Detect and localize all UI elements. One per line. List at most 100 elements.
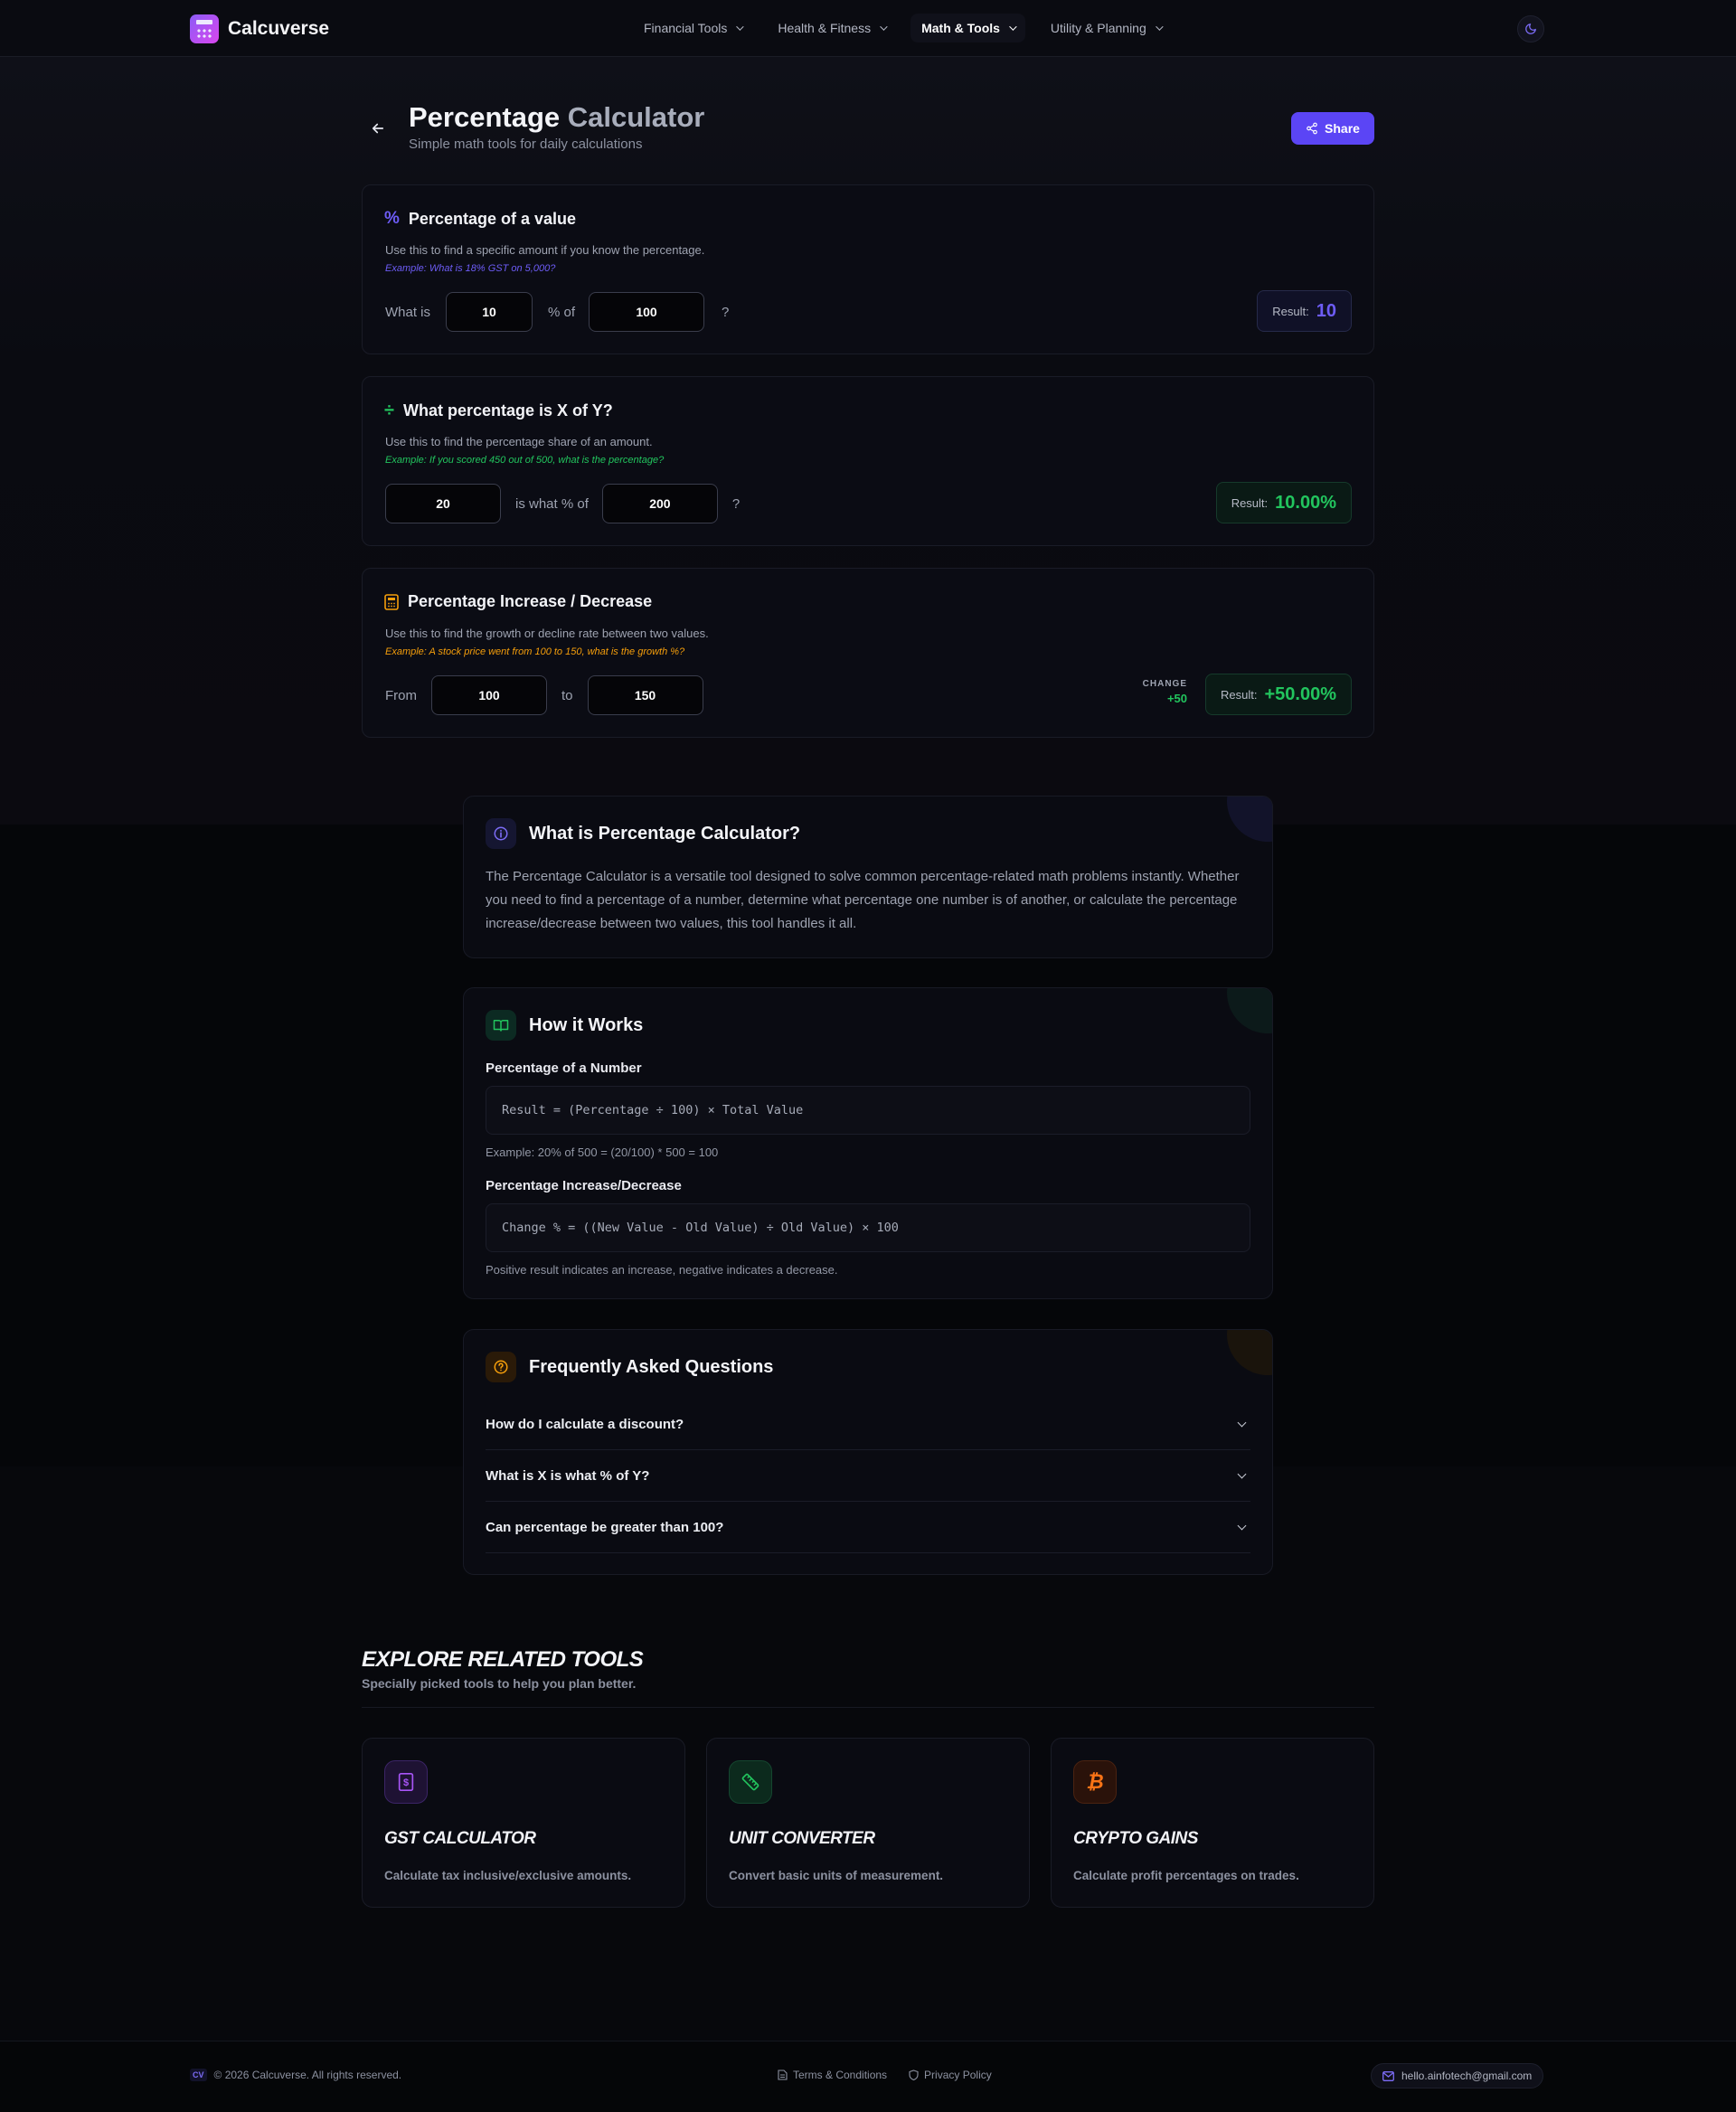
tool-card-crypto-gains[interactable]: ₿ CRYPTO GAINS Calculate profit percenta… <box>1051 1738 1374 1908</box>
section-body: The Percentage Calculator is a versatile… <box>486 869 1240 931</box>
formula-block: Result = (Percentage ÷ 100) × Total Valu… <box>486 1086 1250 1135</box>
nav-math-tools[interactable]: Math & Tools <box>910 14 1025 42</box>
subsection-title: Percentage Increase/Decrease <box>486 1178 682 1193</box>
result-label: Result: <box>1272 304 1309 318</box>
arrow-left-icon <box>372 123 384 134</box>
from-label: From <box>385 687 417 703</box>
nav-health-fitness[interactable]: Health & Fitness <box>767 14 896 42</box>
share-button[interactable]: Share <box>1291 112 1374 145</box>
terms-label: Terms & Conditions <box>793 2069 888 2081</box>
percent-of-value-card: % Percentage of a value Use this to find… <box>362 184 1374 354</box>
card-example: Example: A stock price went from 100 to … <box>385 646 685 657</box>
footer-logo-badge: CV <box>190 2069 207 2081</box>
privacy-label: Privacy Policy <box>924 2069 992 2081</box>
y-value-input[interactable]: 200 <box>601 484 718 523</box>
tool-description: Convert basic units of measurement. <box>729 1869 944 1882</box>
divider <box>362 1707 1374 1708</box>
chevron-down-icon <box>1237 1469 1247 1478</box>
prefix-label: What is <box>385 304 431 320</box>
formula-note: Positive result indicates an increase, n… <box>486 1263 838 1277</box>
theme-toggle-button[interactable] <box>1517 15 1544 42</box>
footer-links: Terms & Conditions Privacy Policy <box>778 2069 992 2081</box>
to-value-input[interactable]: 150 <box>587 675 703 715</box>
chevron-down-icon <box>1237 1521 1247 1530</box>
from-value-input[interactable]: 100 <box>431 675 547 715</box>
card-title-text: Percentage of a value <box>408 209 576 228</box>
percent-icon: % <box>384 209 400 228</box>
chevron-down-icon <box>1155 23 1164 31</box>
total-value-input[interactable]: 100 <box>589 292 705 332</box>
page-subtitle: Simple math tools for daily calculations <box>409 137 643 152</box>
help-circle-icon <box>486 1352 516 1382</box>
title-dim: Calculator <box>567 101 705 133</box>
result-value: +50.00% <box>1264 684 1336 704</box>
terms-link[interactable]: Terms & Conditions <box>778 2069 887 2081</box>
card-title: ÷ What percentage is X of Y? <box>384 401 613 421</box>
moon-icon <box>1525 24 1536 34</box>
info-icon <box>486 818 516 849</box>
email-text: hello.ainfotech@gmail.com <box>1401 2070 1533 2082</box>
nav-financial-tools[interactable]: Financial Tools <box>633 14 752 42</box>
x-value-input[interactable]: 20 <box>385 484 501 523</box>
percentage-input[interactable]: 10 <box>446 292 533 332</box>
card-title: % Percentage of a value <box>384 209 576 229</box>
result-value: 10.00% <box>1275 492 1336 513</box>
input-row: 20 is what % of 200 ? <box>385 484 740 523</box>
nav-label: Math & Tools <box>921 21 1000 35</box>
formula-block: Change % = ((New Value - Old Value) ÷ Ol… <box>486 1203 1250 1252</box>
input-row: From 100 to 150 <box>385 675 703 715</box>
share-label: Share <box>1325 121 1360 136</box>
card-example: Example: If you scored 450 out of 500, w… <box>385 455 665 466</box>
brand-name: Calcuverse <box>228 18 330 39</box>
section-title: Frequently Asked Questions <box>529 1356 774 1377</box>
card-description: Use this to find a specific amount if yo… <box>385 243 705 257</box>
divide-icon: ÷ <box>384 401 394 420</box>
card-title-text: What percentage is X of Y? <box>402 401 613 420</box>
main-nav: Financial Tools Health & Fitness Math & … <box>633 0 1172 56</box>
change-indicator: CHANGE +50 <box>1143 679 1187 705</box>
faq-item[interactable]: What is X is what % of Y? <box>486 1450 1250 1502</box>
what-percentage-card: ÷ What percentage is X of Y? Use this to… <box>362 376 1374 546</box>
document-icon <box>778 2070 788 2080</box>
ruler-icon <box>729 1760 772 1804</box>
nav-label: Utility & Planning <box>1050 21 1146 35</box>
faq-item[interactable]: How do I calculate a discount? <box>486 1399 1250 1450</box>
faq-question: How do I calculate a discount? <box>486 1416 684 1432</box>
faq-item[interactable]: Can percentage be greater than 100? <box>486 1502 1250 1553</box>
tool-description: Calculate tax inclusive/exclusive amount… <box>384 1869 632 1882</box>
brand-link[interactable]: Calcuverse <box>190 14 329 43</box>
is-what-percent-label: is what % of <box>515 495 589 512</box>
title-main: Percentage <box>409 101 561 133</box>
card-example: Example: What is 18% GST on 5,000? <box>385 263 556 274</box>
chevron-down-icon <box>1009 23 1017 31</box>
tool-name: UNIT CONVERTER <box>729 1829 875 1848</box>
section-header: What is Percentage Calculator? <box>486 818 800 849</box>
card-description: Use this to find the growth or decline r… <box>385 627 709 640</box>
back-button[interactable] <box>365 116 391 141</box>
dollar-receipt-icon: $ <box>384 1760 428 1804</box>
card-title-text: Percentage Increase / Decrease <box>408 592 653 610</box>
tool-card-gst[interactable]: $ GST CALCULATOR Calculate tax inclusive… <box>362 1738 685 1908</box>
privacy-link[interactable]: Privacy Policy <box>909 2069 992 2081</box>
faq-question: Can percentage be greater than 100? <box>486 1519 724 1535</box>
bitcoin-icon: ₿ <box>1073 1760 1117 1804</box>
of-label: % of <box>548 304 576 320</box>
result-box: Result: 10.00% <box>1215 482 1352 523</box>
section-header: Frequently Asked Questions <box>486 1352 773 1382</box>
nav-utility-planning[interactable]: Utility & Planning <box>1040 14 1172 42</box>
svg-text:$: $ <box>403 1777 409 1788</box>
section-title: What is Percentage Calculator? <box>529 823 801 844</box>
corner-decoration <box>1227 1330 1272 1375</box>
formula-note: Example: 20% of 500 = (20/100) * 500 = 1… <box>486 1146 719 1159</box>
corner-decoration <box>1227 988 1272 1033</box>
result-label: Result: <box>1231 495 1269 510</box>
chevron-down-icon <box>1237 1418 1247 1427</box>
calculator-icon <box>384 593 399 610</box>
result-label: Result: <box>1221 687 1258 702</box>
percentage-change-card: Percentage Increase / Decrease Use this … <box>362 568 1374 738</box>
email-link[interactable]: hello.ainfotech@gmail.com <box>1371 2063 1544 2088</box>
nav-label: Financial Tools <box>644 21 728 35</box>
share-icon <box>1307 122 1317 135</box>
tool-description: Calculate profit percentages on trades. <box>1073 1869 1299 1882</box>
tool-card-unit-converter[interactable]: UNIT CONVERTER Convert basic units of me… <box>706 1738 1030 1908</box>
